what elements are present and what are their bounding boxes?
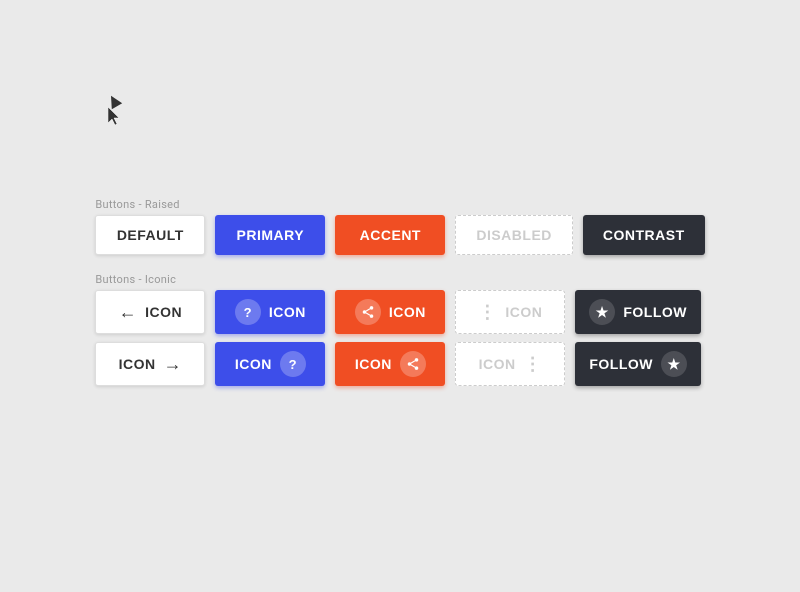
raised-section: Buttons - Raised DEFAULT PRIMARY ACCENT … [95, 198, 704, 263]
iconic-section: Buttons - Iconic ← ICON ? ICON [95, 273, 704, 394]
accent-button[interactable]: ACCENT [335, 215, 445, 255]
raised-button-row: DEFAULT PRIMARY ACCENT DISABLED CONTRAST [95, 215, 704, 255]
icon-primary-q2-button[interactable]: ICON ? [215, 342, 325, 386]
default-button[interactable]: DEFAULT [95, 215, 205, 255]
star-icon: ★ [589, 299, 615, 325]
icon-contrast-follow2-button[interactable]: FOLLOW ★ [575, 342, 701, 386]
arrow-right-icon: → [164, 354, 183, 375]
iconic-row-1: ← ICON ? ICON [95, 290, 704, 334]
icon-accent-share2-button[interactable]: ICON [335, 342, 445, 386]
disabled-button: DISABLED [455, 215, 573, 255]
question-circle-right-icon: ? [280, 351, 306, 377]
icon-default-right-button[interactable]: ICON → [95, 342, 205, 386]
main-content: Buttons - Raised DEFAULT PRIMARY ACCENT … [75, 178, 724, 414]
icon-primary-q-button[interactable]: ? ICON [215, 290, 325, 334]
page-container: Buttons - Raised DEFAULT PRIMARY ACCENT … [0, 0, 800, 592]
dots-icon: ⋮ [478, 302, 497, 323]
raised-section-label: Buttons - Raised [95, 198, 704, 211]
iconic-row-2: ICON → ICON ? ICON [95, 342, 704, 386]
icon-default-left-button[interactable]: ← ICON [95, 290, 205, 334]
share-icon [355, 299, 381, 325]
dots-right-icon: ⋮ [524, 354, 543, 375]
contrast-button[interactable]: CONTRAST [583, 215, 705, 255]
question-circle-icon: ? [235, 299, 261, 325]
icon-disabled-dots-button: ⋮ ICON [455, 290, 565, 334]
star-right-icon: ★ [661, 351, 687, 377]
icon-contrast-follow-button[interactable]: ★ FOLLOW [575, 290, 701, 334]
icon-accent-share-button[interactable]: ICON [335, 290, 445, 334]
arrow-left-icon: ← [119, 302, 138, 323]
primary-button[interactable]: PRIMARY [215, 215, 325, 255]
icon-disabled-dots2-button: ICON ⋮ [455, 342, 565, 386]
iconic-section-label: Buttons - Iconic [95, 273, 704, 286]
share-right-icon [400, 351, 426, 377]
